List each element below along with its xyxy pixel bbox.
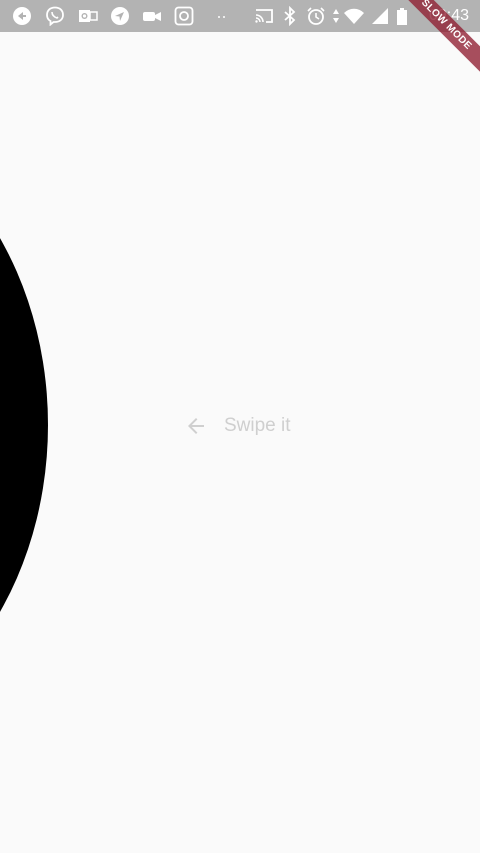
battery-icon [396,6,408,26]
video-camera-icon [142,6,162,26]
status-bar: 09:43 [0,0,480,32]
wifi-icon [344,6,364,26]
cast-icon [254,6,274,26]
record-icon [12,6,32,26]
signal-icon [370,6,390,26]
arrow-left-icon [188,418,204,434]
data-arrows-icon [330,6,342,26]
bluetooth-icon [280,6,300,26]
viber-icon [45,6,65,26]
navigation-icon [110,6,130,26]
alarm-icon [306,6,326,26]
swipe-hint-label: Swipe it [224,415,291,436]
more-dots-icon [212,6,232,26]
swipe-blob[interactable] [0,100,48,750]
outlook-icon [78,6,98,26]
swipe-hint: Swipe it [184,414,291,438]
swipe-screen[interactable]: Swipe it [0,32,480,853]
instagram-icon [174,6,194,26]
